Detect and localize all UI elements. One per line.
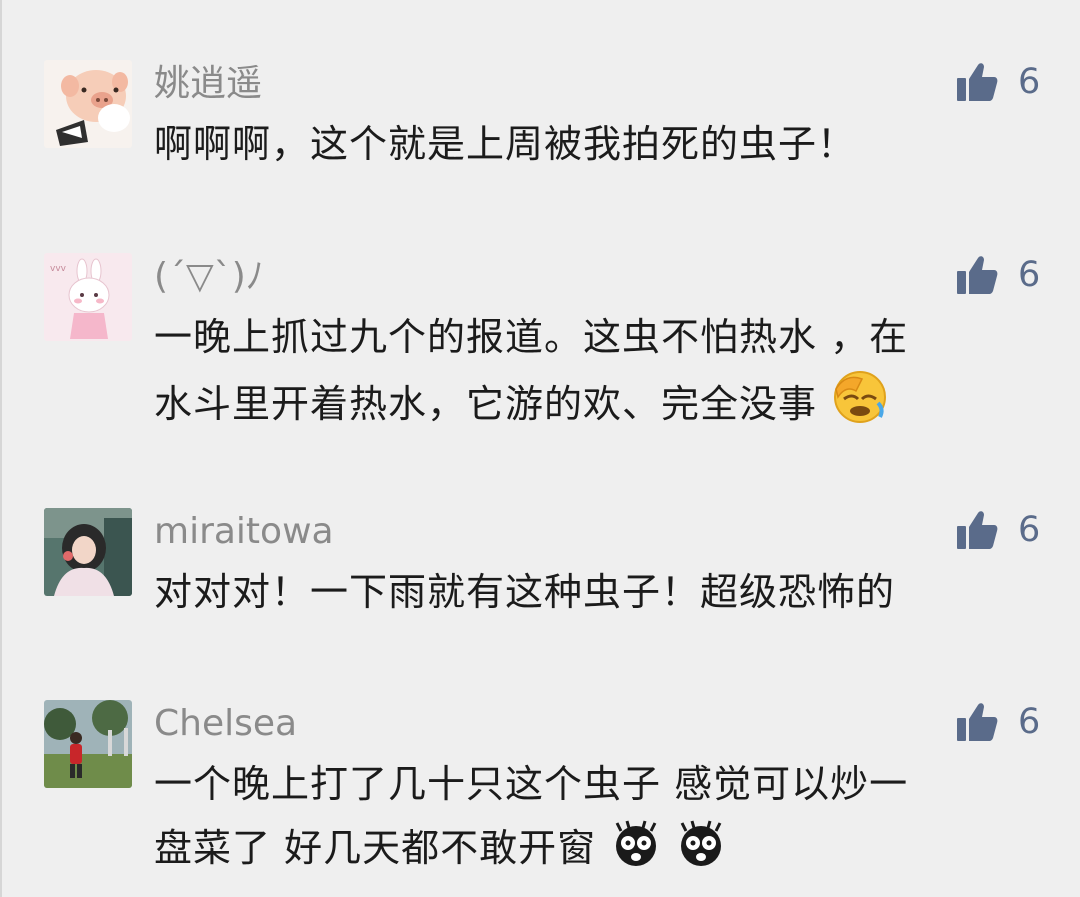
- like-button[interactable]: 6: [956, 60, 1040, 104]
- like-button[interactable]: 6: [956, 253, 1040, 297]
- thumbs-up-icon: [957, 511, 998, 549]
- comment-line: 一个晚上打了几十只这个虫子 感觉可以炒一: [154, 762, 909, 806]
- like-count: 6: [1018, 62, 1041, 102]
- commenter-name[interactable]: 姚逍遥: [154, 62, 262, 106]
- comment-text: 啊啊啊，这个就是上周被我拍死的虫子！: [154, 112, 1034, 176]
- page-left-edge: [0, 0, 2, 897]
- comment-text: 对对对！一下雨就有这种虫子！超级恐怖的: [154, 560, 1034, 624]
- like-button[interactable]: 6: [956, 700, 1040, 744]
- comment-line: 啊啊啊，这个就是上周被我拍死的虫子！: [154, 122, 857, 166]
- commenter-name[interactable]: Chelsea: [154, 702, 297, 746]
- comment-line-with-emoji: 盘菜了 好几天都不敢开窗: [154, 816, 1034, 888]
- commenter-name[interactable]: miraitowa: [154, 510, 334, 554]
- pig-avatar[interactable]: [44, 60, 132, 148]
- comment-line-with-emoji: 水斗里开着热水，它游的欢、完全没事: [154, 369, 1034, 444]
- child-park-avatar[interactable]: [44, 700, 132, 788]
- like-button[interactable]: 6: [956, 508, 1040, 552]
- comment-line: 盘菜了 好几天都不敢开窗: [154, 826, 597, 870]
- face-palm-emoji: [832, 369, 888, 444]
- comment-line: 水斗里开着热水，它游的欢、完全没事: [154, 382, 818, 426]
- comment-text: 一晚上抓过九个的报道。这虫不怕热水 ，在 水斗里开着热水，它游的欢、完全没事: [154, 305, 1034, 444]
- comment-text: 一个晚上打了几十只这个虫子 感觉可以炒一 盘菜了 好几天都不敢开窗: [154, 752, 1034, 888]
- bunny-avatar[interactable]: vvv: [44, 253, 132, 341]
- thumbs-up-icon: [957, 703, 998, 741]
- like-count: 6: [1018, 510, 1041, 550]
- thumbs-up-icon: [957, 256, 998, 294]
- girl-photo-avatar[interactable]: [44, 508, 132, 596]
- like-count: 6: [1018, 255, 1041, 295]
- scared-face-emoji: [611, 819, 661, 888]
- svg-text:vvv: vvv: [50, 264, 67, 274]
- scared-face-emoji: [676, 819, 726, 888]
- thumbs-up-icon: [957, 63, 998, 101]
- like-count: 6: [1018, 702, 1041, 742]
- comment-line: 一晚上抓过九个的报道。这虫不怕热水 ，在: [154, 315, 909, 359]
- comment-line: 对对对！一下雨就有这种虫子！超级恐怖的: [154, 570, 896, 614]
- commenter-name[interactable]: (´▽`)ﾉ: [154, 255, 264, 299]
